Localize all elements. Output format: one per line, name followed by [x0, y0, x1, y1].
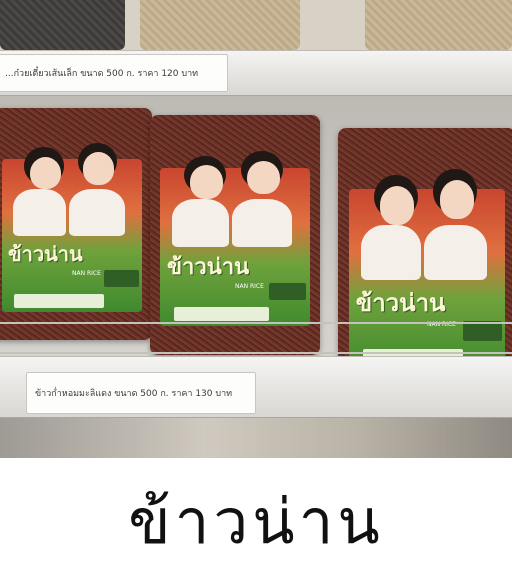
rice-pack: ข้าวน่าน NAN RICE	[0, 108, 152, 340]
pack-illustration	[160, 125, 310, 247]
shelf-wire	[0, 322, 512, 324]
pack-logo: ข้าวน่าน	[8, 241, 83, 266]
pack-badge	[269, 283, 307, 300]
pack-subtitle: NAN RICE	[235, 283, 264, 290]
caption-text: ข้าวน่าน	[128, 484, 384, 558]
product-photo: ...ก๋วยเตี๋ยวเส้นเล็ก ขนาด 500 ก. ราคา 1…	[0, 0, 512, 458]
pack-logo: ข้าวน่าน	[355, 287, 446, 317]
upper-bag	[365, 0, 512, 50]
lower-price-tag: ข้าวก่ำหอมมะลิแดง ขนาด 500 ก. ราคา 130 บ…	[26, 372, 256, 414]
pack-illustration	[349, 139, 506, 280]
upper-bag	[0, 0, 125, 50]
upper-price-tag: ...ก๋วยเตี๋ยวเส้นเล็ก ขนาด 500 ก. ราคา 1…	[0, 54, 228, 92]
rice-pack: ข้าวน่าน NAN RICE	[150, 115, 320, 355]
shelf-wire	[0, 352, 512, 354]
upper-shelf-goods	[0, 0, 512, 52]
pack-badge	[104, 270, 140, 287]
lower-shelf-goods	[0, 418, 512, 458]
pack-badge	[462, 321, 502, 341]
pack-logo: ข้าวน่าน	[167, 254, 250, 281]
upper-bag	[140, 0, 300, 50]
pack-illustration	[2, 117, 143, 236]
pack-strip	[173, 307, 269, 322]
pack-strip	[14, 293, 104, 308]
pack-subtitle: NAN RICE	[72, 270, 101, 278]
